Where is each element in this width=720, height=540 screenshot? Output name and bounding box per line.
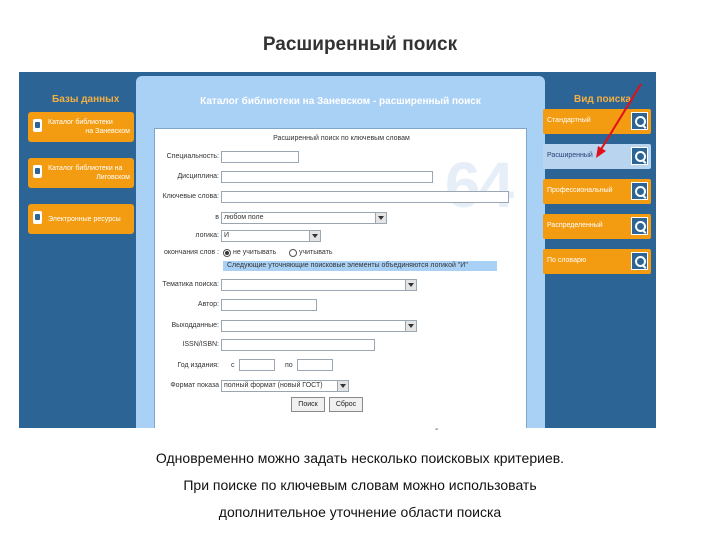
caption-line-3: дополнительное уточнение области поиска [218, 504, 502, 520]
caption-line-2: При поиске по ключевым словам можно испо… [183, 477, 537, 493]
dash-mark: - [435, 424, 439, 435]
slide-title: Расширенный поиск [262, 34, 458, 55]
pointer-arrow-line [599, 83, 642, 152]
pointer-arrow [596, 83, 642, 158]
caption-line-1: Одновременно можно задать несколько поис… [155, 450, 565, 466]
screenshot-window: Базы данных Каталог библиотеки на Заневск… [19, 72, 656, 428]
